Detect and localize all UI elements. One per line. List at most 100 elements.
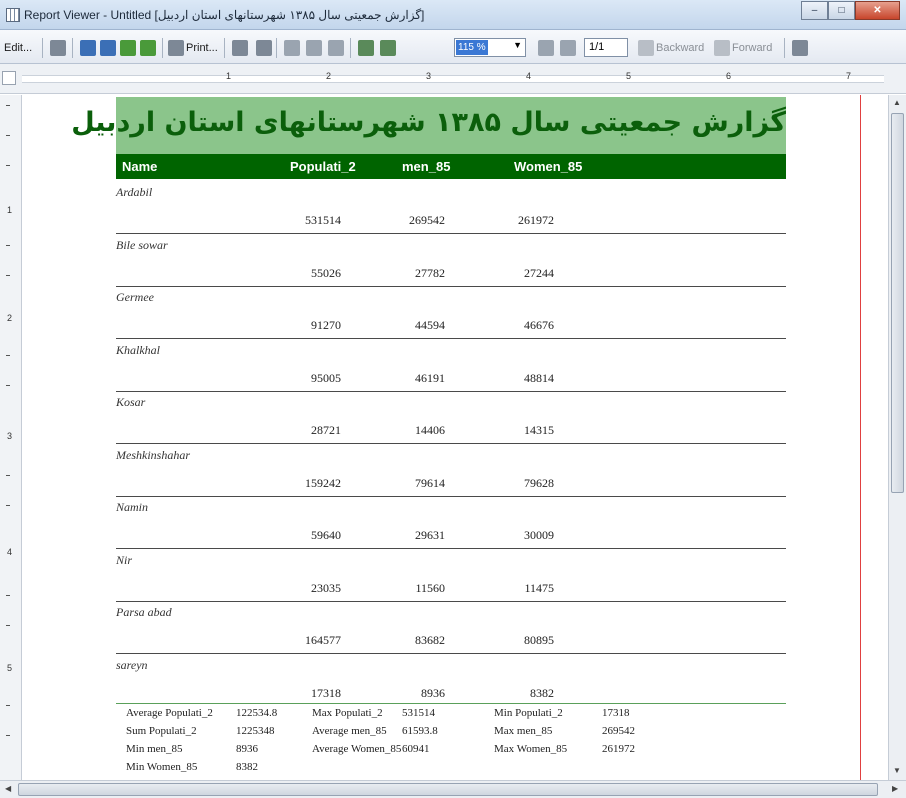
window-controls: – □ ✕ [801, 1, 900, 20]
ruler-number: 5 [7, 663, 13, 673]
summary-label: Max Women_85 [494, 743, 568, 755]
ruler-number: 4 [7, 547, 13, 557]
save-as-icon[interactable] [100, 40, 116, 56]
scroll-down-icon[interactable]: ▼ [893, 766, 901, 775]
row-population: 17318 [311, 685, 341, 700]
horizontal-scroll-thumb[interactable] [18, 783, 878, 796]
row-women: 30009 [524, 528, 554, 542]
page-number-field[interactable]: 1/1 [584, 38, 628, 57]
toolbar-separator [72, 38, 73, 58]
row-name: Meshkinshahar [116, 447, 190, 462]
zoom-out-icon[interactable] [380, 40, 396, 56]
toolbar-separator [162, 38, 163, 58]
minimize-icon[interactable]: – [801, 1, 828, 20]
ruler-tick [6, 475, 10, 476]
maximize-icon[interactable]: □ [828, 1, 855, 20]
scroll-right-icon[interactable]: ▶ [892, 784, 898, 793]
close-icon[interactable]: ✕ [855, 1, 900, 20]
ruler-tick [6, 355, 10, 356]
multi-page-icon[interactable] [306, 40, 322, 56]
row-women: 14315 [524, 423, 554, 437]
export-pdf-icon[interactable] [140, 40, 156, 56]
ruler-strip [22, 75, 884, 83]
ruler-number: 1 [226, 71, 232, 81]
row-separator [116, 495, 786, 497]
ruler-number: 2 [326, 71, 332, 81]
ruler-tick [6, 705, 10, 706]
vertical-scrollbar[interactable]: ▲ ▼ [888, 95, 906, 780]
row-women: 261972 [518, 213, 554, 227]
summary-value: 8936 [236, 743, 258, 755]
summary-value: 122534.8 [236, 707, 278, 719]
report-canvas[interactable]: گزارش جمعیتی سال ۱۳۸۵ شهرستانهای استان ا… [22, 95, 888, 780]
ruler-tick [6, 595, 10, 596]
summary-value: 17318 [602, 707, 630, 719]
horizontal-scrollbar[interactable]: ◀ ▶ [0, 780, 906, 798]
save-icon[interactable] [80, 40, 96, 56]
row-name: Ardabil [116, 185, 153, 199]
app-icon [6, 8, 20, 22]
row-population: 28721 [311, 423, 341, 437]
vertical-scroll-thumb[interactable] [891, 113, 904, 493]
chevron-down-icon: ▼ [513, 40, 522, 50]
previous-page-icon[interactable] [560, 40, 576, 56]
summary-label: Average Populati_2 [126, 707, 213, 719]
row-separator [116, 285, 786, 287]
report-title: گزارش جمعیتی سال ۱۳۸۵ شهرستانهای استان ا… [71, 107, 786, 138]
ruler-number: 6 [726, 71, 732, 81]
export-icon[interactable] [120, 40, 136, 56]
first-page-icon[interactable] [538, 40, 554, 56]
copy-icon[interactable] [50, 40, 66, 56]
forward-button[interactable]: Forward [732, 39, 772, 57]
summary-label: Min men_85 [126, 743, 183, 755]
toolbar-separator [784, 38, 785, 58]
edit-button[interactable]: Edit... [4, 39, 32, 57]
row-separator [116, 233, 786, 234]
row-name: Nir [116, 552, 133, 567]
zoom-select[interactable]: 115 % ▼ [454, 38, 526, 57]
ruler-tick [6, 385, 10, 386]
summary-value: 60941 [402, 743, 430, 755]
row-women: 48814 [524, 370, 554, 385]
row-name: Germee [116, 290, 154, 304]
row-women: 8382 [530, 685, 554, 700]
row-men: 83682 [415, 633, 445, 647]
backward-button[interactable]: Backward [656, 39, 704, 57]
row-population: 59640 [311, 528, 341, 542]
edit-report-icon[interactable] [792, 40, 808, 56]
summary-label: Min Populati_2 [494, 707, 563, 719]
row-population: 164577 [305, 633, 341, 647]
summary-label: Average Women_85 [312, 743, 402, 755]
ruler-tick [6, 625, 10, 626]
copy-page-icon[interactable] [232, 40, 248, 56]
ruler-tick [6, 275, 10, 276]
backward-icon[interactable] [638, 40, 654, 56]
scroll-left-icon[interactable]: ◀ [5, 784, 11, 793]
row-women: 80895 [524, 633, 554, 647]
row-population: 95005 [311, 370, 341, 385]
scroll-up-icon[interactable]: ▲ [893, 98, 901, 107]
row-name: Bile sowar [116, 237, 168, 252]
forward-icon[interactable] [714, 40, 730, 56]
row-separator [116, 548, 786, 549]
summary-label: Sum Populati_2 [126, 725, 197, 737]
title-bar: Report Viewer - Untitled [گزارش جمعیتی س… [0, 0, 906, 30]
zoom-in-icon[interactable] [358, 40, 374, 56]
find-icon[interactable] [256, 40, 272, 56]
summary-label: Max men_85 [494, 725, 553, 737]
print-button[interactable]: Print... [186, 39, 218, 57]
row-men: 44594 [415, 318, 445, 332]
page-setup-icon[interactable] [328, 40, 344, 56]
toolbar-separator [276, 38, 277, 58]
row-population: 531514 [305, 213, 341, 227]
printer-icon[interactable] [168, 40, 184, 56]
summary-label: Min Women_85 [126, 761, 198, 773]
window-title: Report Viewer - Untitled [گزارش جمعیتی س… [24, 8, 425, 22]
summary-separator [116, 703, 786, 704]
row-women: 11475 [524, 580, 554, 595]
row-women: 79628 [524, 475, 554, 490]
row-women: 27244 [524, 265, 554, 280]
summary-value: 269542 [602, 725, 635, 737]
column-header-population: Populati_2 [290, 159, 356, 174]
single-page-icon[interactable] [284, 40, 300, 56]
